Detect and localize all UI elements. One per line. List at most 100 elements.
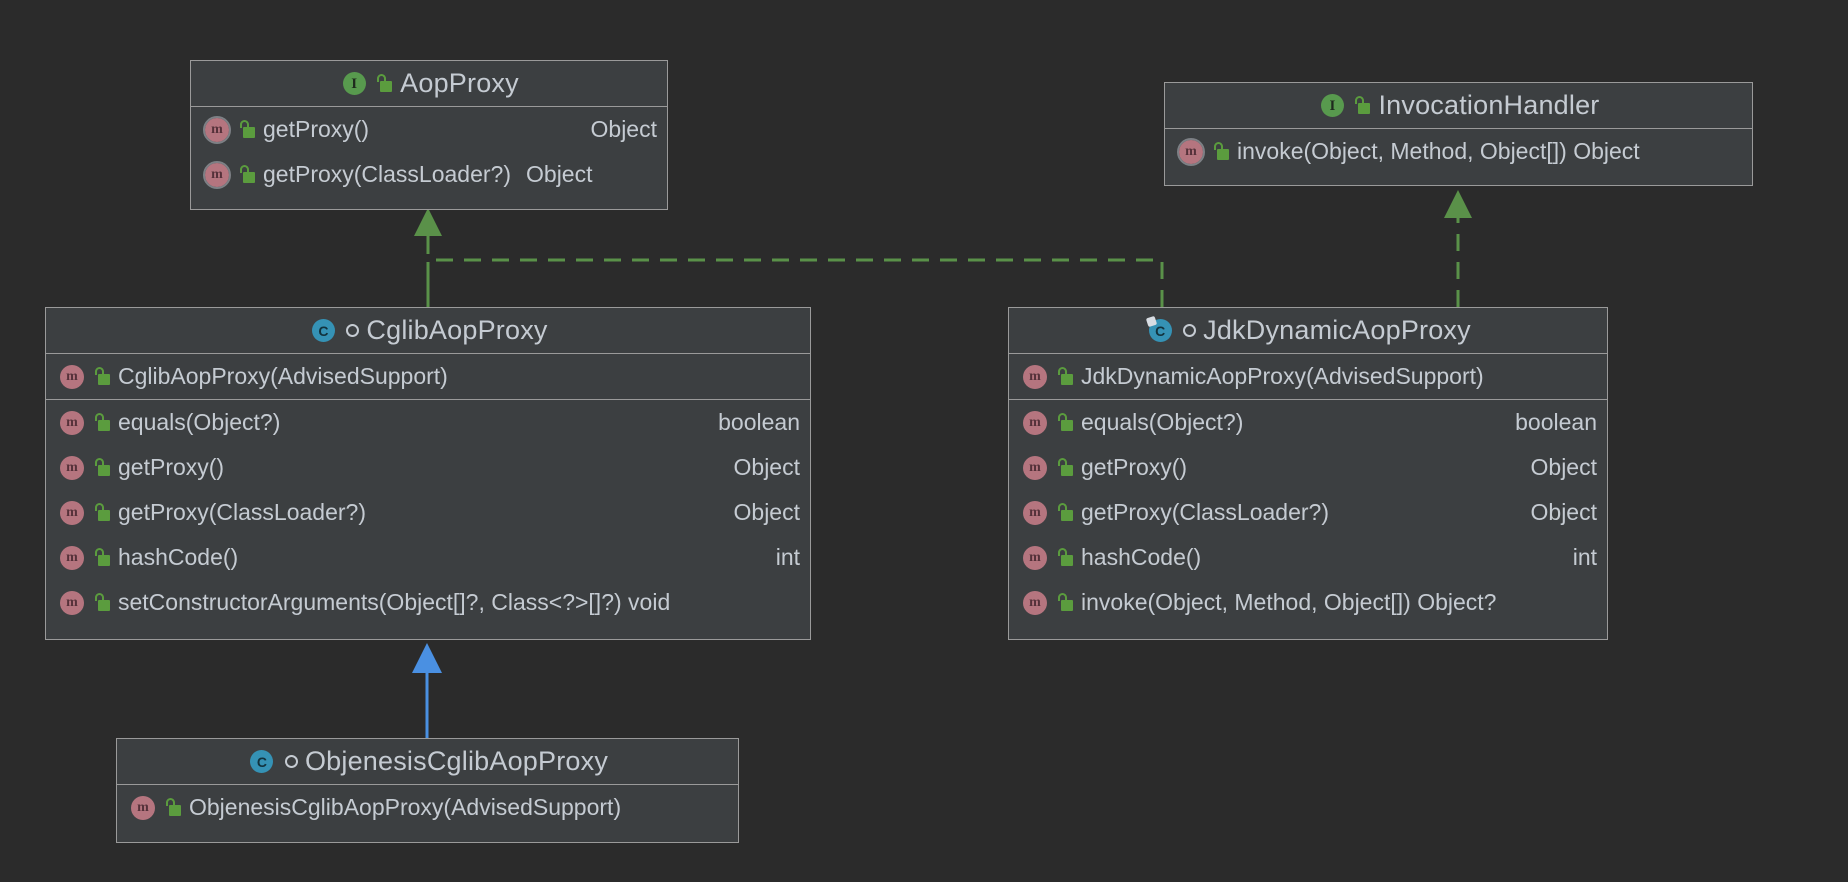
class-header-cglibaopproxy[interactable]: C CglibAopProxy bbox=[46, 308, 810, 354]
class-header-objenesiscglibaopproxy[interactable]: C ObjenesisCglibAopProxy bbox=[117, 739, 738, 785]
method-icon: m bbox=[1020, 362, 1050, 392]
interface-icon: I bbox=[1317, 91, 1347, 121]
member-return-type: Object bbox=[1530, 499, 1597, 525]
public-unlocked-icon bbox=[239, 120, 256, 139]
member-name: getProxy(ClassLoader?) bbox=[118, 499, 367, 525]
method-icon: m bbox=[57, 543, 87, 573]
member-row[interactable]: m getProxy(ClassLoader?) Object bbox=[46, 490, 810, 535]
public-unlocked-icon bbox=[1057, 367, 1074, 386]
class-header-jdkdynamicaopproxy[interactable]: C JdkDynamicAopProxy bbox=[1009, 308, 1607, 354]
class-header-aopproxy[interactable]: I AopProxy bbox=[191, 61, 667, 107]
members-invocationhandler: m invoke(Object, Method, Object[]) Objec… bbox=[1165, 129, 1752, 174]
diagram-canvas[interactable]: I AopProxy m getProxy() Object m getProx… bbox=[0, 0, 1848, 882]
member-name: getProxy(ClassLoader?) bbox=[263, 161, 512, 187]
constructors-cglibaopproxy: m CglibAopProxy(AdvisedSupport) bbox=[46, 354, 810, 400]
member-row[interactable]: m setConstructorArguments(Object[]?, Cla… bbox=[46, 580, 810, 625]
public-unlocked-icon bbox=[94, 413, 111, 432]
edge-jdkdynamicaopproxy-to-invocationhandler bbox=[1444, 190, 1472, 307]
interface-icon: I bbox=[339, 69, 369, 99]
member-row[interactable]: m hashCode() int bbox=[1009, 535, 1607, 580]
member-return-type: Object bbox=[733, 454, 800, 480]
member-name: setConstructorArguments(Object[]?, Class… bbox=[118, 589, 671, 615]
method-icon: m bbox=[57, 408, 87, 438]
public-unlocked-icon bbox=[94, 548, 111, 567]
public-unlocked-icon bbox=[94, 458, 111, 477]
class-icon: C bbox=[247, 747, 277, 777]
method-icon: m bbox=[57, 362, 87, 392]
method-icon: m bbox=[128, 793, 158, 823]
class-box-cglibaopproxy[interactable]: C CglibAopProxy m CglibAopProxy(AdvisedS… bbox=[45, 307, 811, 640]
public-unlocked-icon bbox=[94, 503, 111, 522]
edge-objenesiscglibaopproxy-to-cglibaopproxy bbox=[412, 643, 442, 738]
package-private-ring-icon bbox=[284, 755, 298, 768]
methods-cglibaopproxy: m equals(Object?) boolean m getProxy() O… bbox=[46, 400, 810, 625]
public-unlocked-icon bbox=[1057, 503, 1074, 522]
edge-jdkdynamicaopproxy-to-aopproxy bbox=[435, 258, 1164, 307]
member-name: equals(Object?) bbox=[118, 409, 281, 435]
method-icon: m bbox=[57, 498, 87, 528]
member-row[interactable]: m CglibAopProxy(AdvisedSupport) bbox=[46, 354, 810, 399]
member-name: CglibAopProxy(AdvisedSupport) bbox=[118, 363, 448, 389]
method-icon: m bbox=[57, 453, 87, 483]
member-return-type: Object bbox=[526, 161, 593, 187]
class-icon: C bbox=[308, 316, 338, 346]
class-icon: C bbox=[1145, 315, 1175, 346]
member-return-type: int bbox=[775, 544, 800, 570]
method-icon: m bbox=[1020, 588, 1050, 618]
member-name: hashCode() bbox=[118, 544, 239, 570]
member-name: getProxy(ClassLoader?) bbox=[1081, 499, 1330, 525]
member-row[interactable]: m invoke(Object, Method, Object[]) Objec… bbox=[1009, 580, 1607, 625]
member-row[interactable]: m hashCode() int bbox=[46, 535, 810, 580]
methods-jdkdynamicaopproxy: m equals(Object?) boolean m getProxy() O… bbox=[1009, 400, 1607, 625]
member-return-type: Object bbox=[590, 116, 657, 142]
member-return-type: int bbox=[1572, 544, 1597, 570]
package-private-ring-icon bbox=[1183, 324, 1197, 337]
member-name: JdkDynamicAopProxy(AdvisedSupport) bbox=[1081, 363, 1484, 389]
public-unlocked-icon bbox=[94, 367, 111, 386]
method-icon: m bbox=[1020, 498, 1050, 528]
member-row[interactable]: m getProxy() Object bbox=[1009, 445, 1607, 490]
member-name: ObjenesisCglibAopProxy(AdvisedSupport) bbox=[189, 794, 622, 820]
members-aopproxy: m getProxy() Object m getProxy(ClassLoad… bbox=[191, 107, 667, 197]
class-name-aopproxy: AopProxy bbox=[400, 68, 519, 98]
public-unlocked-icon bbox=[376, 74, 393, 93]
public-unlocked-icon bbox=[1057, 548, 1074, 567]
public-unlocked-icon bbox=[1057, 593, 1074, 612]
member-row[interactable]: m equals(Object?) boolean bbox=[1009, 400, 1607, 445]
member-name: invoke(Object, Method, Object[]) Object? bbox=[1081, 589, 1497, 615]
class-box-objenesiscglibaopproxy[interactable]: C ObjenesisCglibAopProxy m ObjenesisCgli… bbox=[116, 738, 739, 843]
class-name-invocationhandler: InvocationHandler bbox=[1378, 90, 1600, 120]
public-unlocked-icon bbox=[239, 165, 256, 184]
member-row[interactable]: m equals(Object?) boolean bbox=[46, 400, 810, 445]
member-row[interactable]: m getProxy() Object bbox=[46, 445, 810, 490]
member-row[interactable]: m getProxy(ClassLoader?) Object bbox=[191, 152, 667, 197]
abstract-method-icon: m bbox=[202, 115, 232, 145]
class-box-jdkdynamicaopproxy[interactable]: C JdkDynamicAopProxy m JdkDynamicAopProx… bbox=[1008, 307, 1608, 640]
class-name-cglibaopproxy: CglibAopProxy bbox=[366, 315, 548, 345]
member-row[interactable]: m ObjenesisCglibAopProxy(AdvisedSupport) bbox=[117, 785, 738, 830]
member-return-type: boolean bbox=[1515, 409, 1597, 435]
member-return-type: Object bbox=[1530, 454, 1597, 480]
edge-cglibaopproxy-to-aopproxy bbox=[414, 208, 442, 307]
class-header-invocationhandler[interactable]: I InvocationHandler bbox=[1165, 83, 1752, 129]
class-name-objenesiscglibaopproxy: ObjenesisCglibAopProxy bbox=[304, 746, 609, 776]
member-row[interactable]: m invoke(Object, Method, Object[]) Objec… bbox=[1165, 129, 1752, 174]
public-unlocked-icon bbox=[94, 593, 111, 612]
member-return-type: boolean bbox=[718, 409, 800, 435]
member-return-type: Object bbox=[733, 499, 800, 525]
method-icon: m bbox=[57, 588, 87, 618]
member-row[interactable]: m JdkDynamicAopProxy(AdvisedSupport) bbox=[1009, 354, 1607, 399]
public-unlocked-icon bbox=[1057, 413, 1074, 432]
class-box-aopproxy[interactable]: I AopProxy m getProxy() Object m getProx… bbox=[190, 60, 668, 210]
class-box-invocationhandler[interactable]: I InvocationHandler m invoke(Object, Met… bbox=[1164, 82, 1753, 186]
method-icon: m bbox=[1020, 543, 1050, 573]
constructors-jdkdynamicaopproxy: m JdkDynamicAopProxy(AdvisedSupport) bbox=[1009, 354, 1607, 400]
member-name: equals(Object?) bbox=[1081, 409, 1244, 435]
public-unlocked-icon bbox=[165, 798, 182, 817]
member-name: getProxy() bbox=[263, 116, 370, 142]
member-row[interactable]: m getProxy() Object bbox=[191, 107, 667, 152]
public-unlocked-icon bbox=[1354, 96, 1371, 115]
member-row[interactable]: m getProxy(ClassLoader?) Object bbox=[1009, 490, 1607, 535]
abstract-method-icon: m bbox=[202, 160, 232, 190]
member-name: getProxy() bbox=[118, 454, 225, 480]
